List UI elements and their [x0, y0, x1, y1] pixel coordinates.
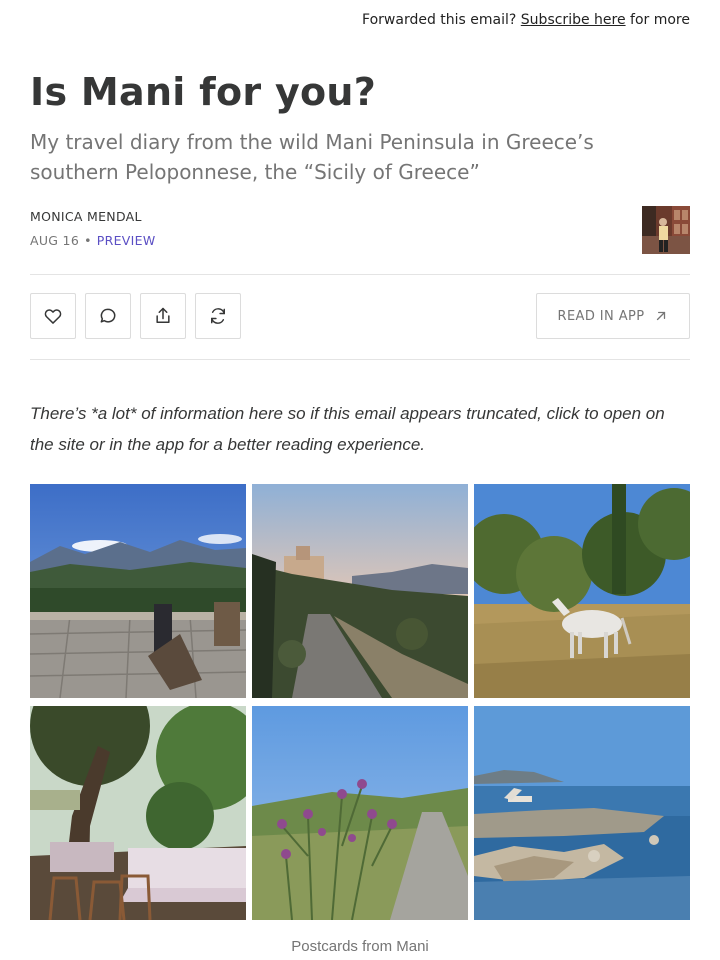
gallery-caption: Postcards from Mani — [291, 938, 429, 955]
white-horse-photo[interactable] — [474, 484, 690, 698]
truncation-notice: There’s *a lot* of information here so i… — [30, 404, 665, 454]
tree-restaurant-photo[interactable] — [30, 706, 246, 920]
forward-suffix: for more — [630, 12, 690, 28]
preview-label: PREVIEW — [96, 233, 156, 248]
restack-icon — [211, 308, 225, 324]
sunset-road-photo[interactable] — [252, 484, 468, 698]
restack-button[interactable] — [195, 293, 241, 339]
comment-icon — [100, 308, 116, 323]
mountain-terrace-photo[interactable] — [30, 484, 246, 698]
post-date: AUG 16 — [30, 233, 80, 248]
divider-bottom — [30, 359, 690, 360]
author-avatar[interactable] — [642, 206, 690, 254]
arrow-up-right-icon — [657, 311, 666, 321]
like-button[interactable] — [30, 293, 76, 339]
share-button[interactable] — [140, 293, 186, 339]
post-subtitle: My travel diary from the wild Mani Penin… — [30, 130, 594, 184]
thistle-road-photo[interactable] — [252, 706, 468, 920]
share-icon — [156, 307, 170, 323]
post-meta: AUG 16 • PREVIEW — [30, 233, 155, 248]
heart-icon — [44, 309, 62, 324]
meta-separator: • — [84, 233, 92, 248]
sea-coast-photo[interactable] — [474, 706, 690, 920]
post-title[interactable]: Is Mani for you? — [30, 70, 376, 114]
forward-prefix: Forwarded this email? — [362, 12, 517, 28]
read-in-app-button[interactable]: READ IN APP — [536, 293, 690, 339]
subscribe-link[interactable]: Subscribe here — [521, 12, 626, 28]
author-name[interactable]: MONICA MENDAL — [30, 209, 142, 224]
divider-top — [30, 274, 690, 275]
read-in-app-label: READ IN APP — [557, 308, 645, 324]
comment-button[interactable] — [85, 293, 131, 339]
forward-bar: Forwarded this email? Subscribe here for… — [362, 12, 690, 28]
